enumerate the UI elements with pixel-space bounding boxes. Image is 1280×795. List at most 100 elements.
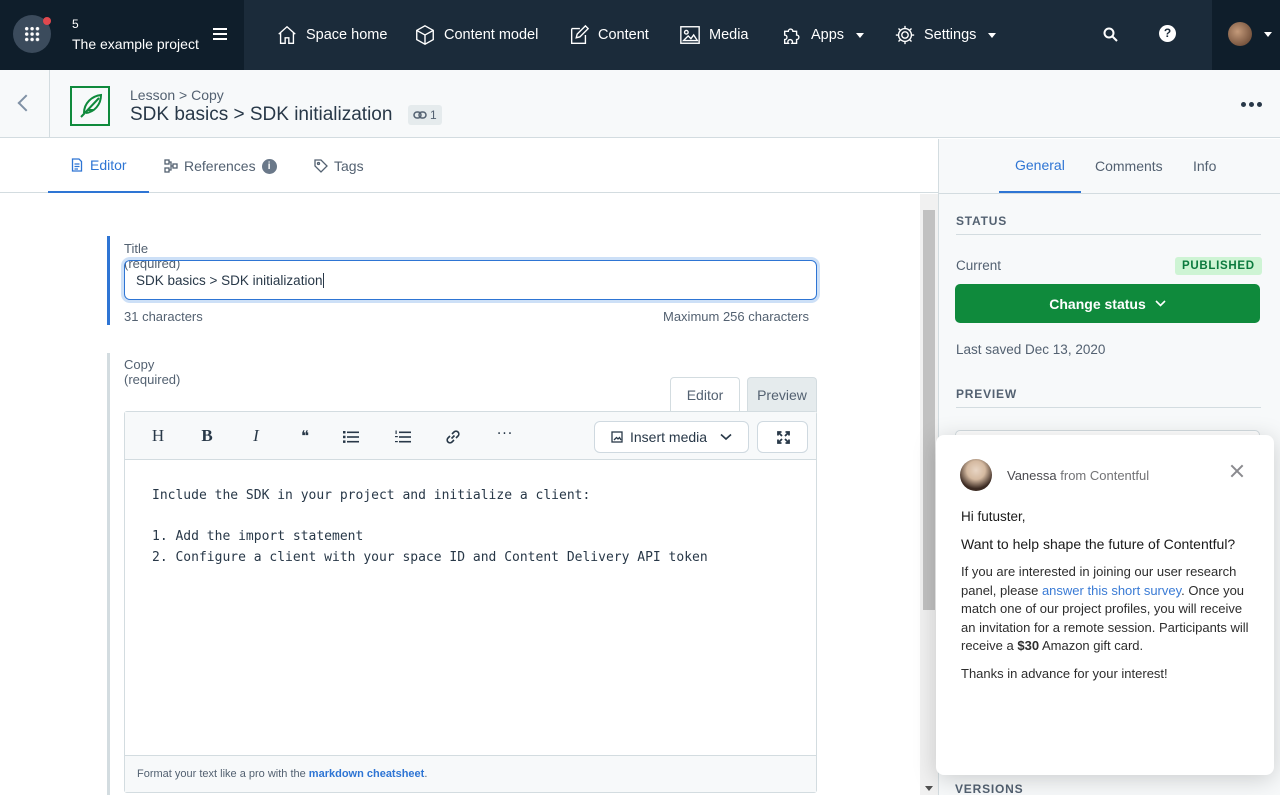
text-cursor <box>323 272 325 288</box>
nav-media[interactable]: Media <box>679 22 749 48</box>
breadcrumb: Lesson > Copy <box>130 87 224 103</box>
chevron-down-icon <box>1155 300 1166 307</box>
more-formatting-icon[interactable]: ··· <box>493 424 517 444</box>
document-icon <box>71 158 83 172</box>
popup-text: Amazon gift card. <box>1039 638 1144 654</box>
character-limit: Maximum 256 characters <box>663 309 809 324</box>
link-icon <box>413 111 427 119</box>
grid-icon <box>24 26 40 42</box>
markdown-toolbar: H B I ❝ ··· Insert media <box>125 412 816 460</box>
link-icon[interactable] <box>445 429 461 445</box>
copy-field-label: Copy (required) <box>124 357 181 387</box>
tab-markdown-editor[interactable]: Editor <box>670 377 740 412</box>
editor-tabs: Editor References i Tags <box>0 139 938 193</box>
versions-heading: VERSIONS <box>955 782 1024 795</box>
footer-text: Format your text like a pro with the <box>137 768 309 780</box>
popup-thanks: Thanks in advance for your interest! <box>961 665 1168 681</box>
user-menu[interactable] <box>1212 0 1280 70</box>
italic-button[interactable]: I <box>244 426 268 446</box>
references-badge[interactable]: 1 <box>408 105 442 125</box>
tab-info[interactable]: Info <box>1193 139 1216 193</box>
scroll-down-arrow[interactable] <box>925 786 933 791</box>
heading-button[interactable]: H <box>146 426 170 446</box>
popup-question: Want to help shape the future of Content… <box>961 536 1236 552</box>
notification-dot <box>43 17 51 25</box>
tab-general[interactable]: General <box>999 139 1081 193</box>
tag-icon <box>314 159 328 173</box>
tab-markdown-preview[interactable]: Preview <box>747 377 817 412</box>
image-icon <box>680 26 700 44</box>
nav-label: Media <box>709 27 749 43</box>
chevron-down-icon <box>988 32 997 38</box>
nav-label: Content <box>598 27 649 43</box>
tab-comments[interactable]: Comments <box>1095 139 1163 193</box>
popup-greeting: Hi futuster, <box>961 509 1026 524</box>
title-field: Title (required) <box>107 236 180 325</box>
help-icon[interactable]: ? <box>1159 25 1176 42</box>
bold-button[interactable]: B <box>195 426 219 446</box>
nav-label: Space home <box>306 27 388 43</box>
bullet-list-icon[interactable] <box>343 430 359 444</box>
markdown-editor: H B I ❝ ··· Insert media Include the SDK… <box>124 411 817 793</box>
survey-link[interactable]: answer this short survey <box>1042 583 1181 598</box>
preview-heading: PREVIEW <box>956 387 1261 408</box>
tab-editor[interactable]: Editor <box>48 139 149 193</box>
fullscreen-button[interactable] <box>757 421 808 453</box>
avatar <box>1228 22 1252 46</box>
chevron-down-icon <box>856 32 865 38</box>
top-navigation: 5 The example project Space home Content… <box>0 0 1280 70</box>
sender-name: Vanessa <box>1007 468 1057 483</box>
insert-media-label: Insert media <box>630 429 708 445</box>
puzzle-icon <box>783 28 800 44</box>
info-icon[interactable]: i <box>261 158 277 174</box>
markdown-content[interactable]: Include the SDK in your project and init… <box>152 486 708 568</box>
expand-icon <box>777 431 790 444</box>
status-heading: STATUS <box>956 214 1261 235</box>
gear-icon <box>895 25 915 45</box>
gift-amount: $30 <box>1017 638 1040 654</box>
menu-icon[interactable] <box>213 28 227 40</box>
divider <box>939 193 1280 194</box>
search-icon[interactable] <box>1102 26 1120 44</box>
reference-count: 1 <box>430 108 437 122</box>
image-icon <box>611 431 623 443</box>
cube-icon <box>416 25 434 45</box>
chevron-down-icon <box>1264 32 1272 37</box>
character-count: 31 characters <box>124 309 203 324</box>
title-input[interactable]: SDK basics > SDK initialization <box>124 260 817 300</box>
entry-header: Lesson > Copy SDK basics > SDK initializ… <box>0 70 1280 138</box>
more-options-icon[interactable] <box>1241 102 1262 107</box>
space-name: The example project <box>72 36 199 52</box>
nav-label: Content model <box>444 27 539 43</box>
quote-button[interactable]: ❝ <box>293 426 317 446</box>
change-status-label: Change status <box>1049 295 1146 312</box>
current-status-label: Current <box>956 258 1002 273</box>
space-switcher[interactable]: 5 The example project <box>0 0 244 70</box>
numbered-list-icon[interactable] <box>395 430 411 444</box>
message-popup: Vanessa from Contentful Hi futuster, Wan… <box>936 435 1274 775</box>
app-grid-button[interactable] <box>13 15 51 53</box>
tab-references[interactable]: References i <box>164 139 277 193</box>
scrollbar-thumb[interactable] <box>923 210 935 610</box>
popup-message: Hi futuster, Want to help shape the futu… <box>961 507 1251 693</box>
avatar <box>960 459 992 491</box>
nav-content-model[interactable]: Content model <box>414 22 538 48</box>
nav-label: Settings <box>924 27 977 43</box>
nav-space-home[interactable]: Space home <box>276 22 387 48</box>
nav-content[interactable]: Content <box>568 22 649 48</box>
close-icon[interactable] <box>1230 464 1244 478</box>
footer-end: . <box>424 768 428 780</box>
markdown-cheatsheet-link[interactable]: markdown cheatsheet <box>309 768 425 780</box>
insert-media-button[interactable]: Insert media <box>594 421 749 453</box>
change-status-button[interactable]: Change status <box>955 284 1260 323</box>
last-saved: Last saved Dec 13, 2020 <box>956 342 1106 357</box>
status-badge: PUBLISHED <box>1175 257 1262 275</box>
back-button[interactable] <box>0 70 50 138</box>
title-input-value: SDK basics > SDK initialization <box>136 272 323 288</box>
nav-settings[interactable]: Settings <box>894 22 997 48</box>
markdown-footer: Format your text like a pro with the mar… <box>125 755 816 792</box>
tab-label: References <box>184 158 256 174</box>
tab-tags[interactable]: Tags <box>314 139 364 193</box>
nav-apps[interactable]: Apps <box>781 22 865 48</box>
tab-label: Tags <box>334 158 364 174</box>
